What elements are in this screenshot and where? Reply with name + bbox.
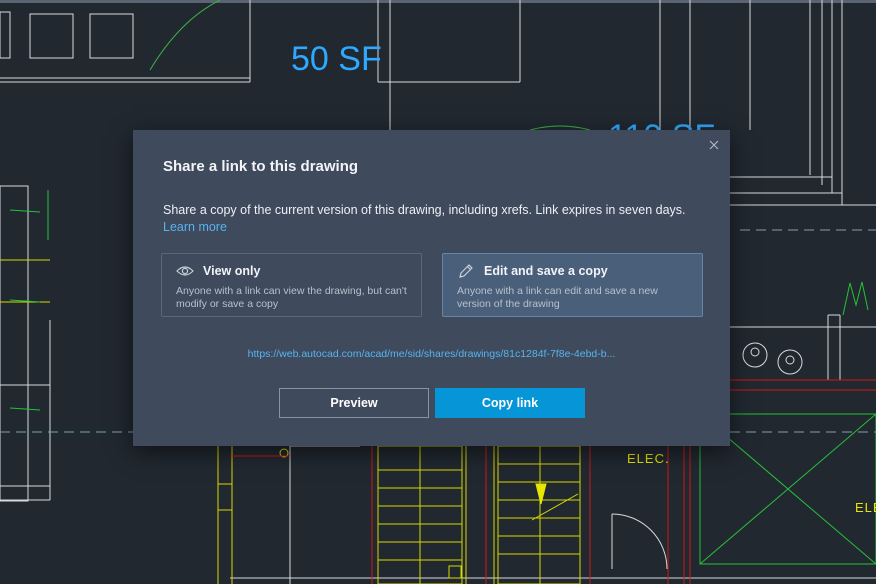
close-button[interactable] [706,137,722,153]
preview-button[interactable]: Preview [279,388,429,418]
copy-link-button[interactable]: Copy link [435,388,585,418]
dialog-title: Share a link to this drawing [163,158,359,175]
view-only-title: View only [203,264,261,278]
edit-save-copy-title: Edit and save a copy [484,264,608,278]
area-label-50sf: 50 SF [291,40,382,78]
pencil-icon [459,264,473,278]
elec-label-right: ELE [855,500,876,515]
learn-more-link[interactable]: Learn more [163,219,227,236]
edit-save-copy-option[interactable]: Edit and save a copy Anyone with a link … [442,253,703,317]
view-only-option[interactable]: View only Anyone with a link can view th… [161,253,422,317]
close-icon [709,140,719,150]
edit-save-copy-description: Anyone with a link can edit and save a n… [457,285,658,310]
dialog-description: Share a copy of the current version of t… [163,202,703,236]
view-only-description: Anyone with a link can view the drawing,… [176,285,407,310]
eye-icon [176,266,194,276]
description-text: Share a copy of the current version of t… [163,203,686,217]
share-dialog: Share a link to this drawing Share a cop… [133,130,730,446]
share-link-url[interactable]: https://web.autocad.com/acad/me/sid/shar… [133,348,730,360]
elec-label: ELEC. [627,451,670,466]
